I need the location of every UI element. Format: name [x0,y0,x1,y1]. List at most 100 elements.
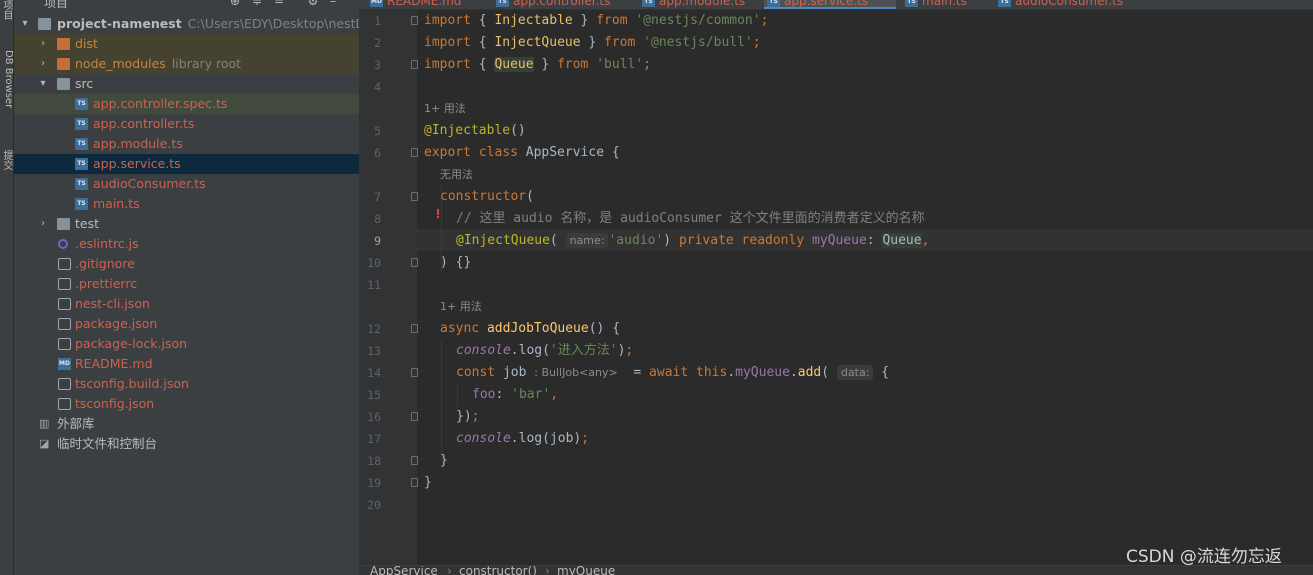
chevron-down-icon[interactable]: ▾ [37,74,49,94]
tree-item-nest-cli[interactable]: nest-cli.json [14,294,359,314]
config-file-icon [58,298,71,310]
tree-item-readme[interactable]: MD README.md [14,354,359,374]
commit-tool-button[interactable]: 提交 [0,150,14,170]
project-panel-header: 项目 ⊕ ≑ ≐ ⚙ – [14,0,359,10]
fold-marker-icon[interactable] [411,60,418,69]
breadcrumb-item[interactable]: myQueue [557,566,615,575]
code-line-12[interactable]: async addJobToQueue() { [440,318,620,340]
tree-item-gitignore[interactable]: .gitignore [14,254,359,274]
code-line-15[interactable]: foo: 'bar', [472,384,558,406]
fold-marker-icon[interactable] [411,324,418,333]
usages-hint[interactable]: 1+ 用法 [440,296,482,318]
tree-item-audio-consumer[interactable]: TS audioConsumer.ts [14,174,359,194]
tree-item-src[interactable]: ▾ src [14,74,359,94]
breadcrumb-item[interactable]: AppService [370,566,438,575]
line-number: 9 [374,234,381,248]
chevron-right-icon[interactable]: › [37,214,49,234]
tree-root[interactable]: ▾ project-namenest C:\Users\EDY\Desktop\n… [14,14,359,34]
chevron-right-icon[interactable]: › [37,34,49,54]
tree-item-label: audioConsumer.ts [93,176,206,191]
hide-panel-icon[interactable]: – [326,0,340,8]
tab-app-controller[interactable]: TS app.controller.ts [493,0,611,9]
tab-readme[interactable]: MD README.md [367,0,461,9]
folder-icon [57,218,70,230]
folder-orange-icon [57,38,70,50]
db-browser-tool-button[interactable]: DB Browser [0,50,14,108]
lightbulb-icon[interactable]: ! [432,207,444,223]
tree-item-test[interactable]: › test [14,214,359,234]
code-line-3[interactable]: import { Queue } from 'bull'; [424,54,651,76]
config-file-icon [58,318,71,330]
code-line-10[interactable]: ) {} [440,252,471,274]
line-number-gutter[interactable]: 1 2 3 4 5 6 7 8 9 10 11 12 13 14 15 16 1… [359,10,418,565]
fold-marker-icon[interactable] [411,148,418,157]
code-line-7[interactable]: constructor( [440,186,534,208]
line-number: 5 [374,124,381,138]
fold-marker-icon[interactable] [411,16,418,25]
ts-file-icon: TS [767,0,780,7]
fold-marker-icon[interactable] [411,478,418,487]
chevron-right-icon: › [447,565,452,575]
chevron-down-icon[interactable]: ▾ [19,14,31,34]
tab-label: app.controller.ts [513,0,611,8]
tree-item-app-service[interactable]: TS app.service.ts [14,154,359,174]
collapse-all-icon[interactable]: ≐ [272,0,286,8]
tree-item-package-lock[interactable]: package-lock.json [14,334,359,354]
tree-item-dist[interactable]: › dist [14,34,359,54]
locate-icon[interactable]: ⊕ [228,0,242,8]
fold-marker-icon[interactable] [411,456,418,465]
tree-item-eslintrc[interactable]: .eslintrc.js [14,234,359,254]
chevron-right-icon[interactable]: › [37,54,49,74]
project-tool-button[interactable]: 项目 [0,0,14,20]
code-line-14[interactable]: const job : BullJob<any> = await this.my… [456,362,889,384]
project-panel-title[interactable]: 项目 [44,0,68,10]
tree-item-label: .eslintrc.js [75,236,139,251]
expand-all-icon[interactable]: ≑ [250,0,264,8]
tree-item-prettierrc[interactable]: .prettierrc [14,274,359,294]
tree-item-external-libraries[interactable]: ▥ 外部库 [14,414,359,434]
tree-item-main[interactable]: TS main.ts [14,194,359,214]
code-line-18[interactable]: } [440,450,448,472]
tree-item-tsconfig-build[interactable]: tsconfig.build.json [14,374,359,394]
tab-app-service[interactable]: TS app.service.ts [764,0,896,9]
code-line-5[interactable]: @Injectable() [424,120,526,142]
usages-hint[interactable]: 无用法 [440,164,473,186]
tree-item-app-controller[interactable]: TS app.controller.ts [14,114,359,134]
line-number: 15 [367,388,381,402]
fold-marker-icon[interactable] [411,368,418,377]
watermark: CSDN @流连勿忘返 [1126,547,1282,567]
tab-app-module[interactable]: TS app.module.ts [639,0,745,9]
tree-item-label: 外部库 [57,416,95,431]
fold-marker-icon[interactable] [411,412,418,421]
code-line-2[interactable]: import { InjectQueue } from '@nestjs/bul… [424,32,761,54]
code-string: 'bar' [511,387,551,402]
tree-item-label: package.json [75,316,158,331]
line-number: 16 [367,410,381,424]
tree-item-app-controller-spec[interactable]: TS app.controller.spec.ts [14,94,359,114]
tree-item-scratches[interactable]: ◪ 临时文件和控制台 [14,434,359,454]
usages-hint[interactable]: 1+ 用法 [424,98,466,120]
code-line-1[interactable]: import { Injectable } from '@nestjs/comm… [424,10,768,32]
tab-main[interactable]: TS main.ts [902,0,967,9]
ts-file-icon: TS [496,0,509,7]
code-line-9[interactable]: @InjectQueue( name:'audio') private read… [456,230,929,252]
editor-tab-bar: MD README.md TS app.controller.ts TS app.mo… [359,0,1313,10]
code-line-16[interactable]: }); [456,406,479,428]
code-line-19[interactable]: } [424,472,432,494]
fold-marker-icon[interactable] [411,258,418,267]
code-line-6[interactable]: export class AppService { [424,142,620,164]
tab-audio-consumer[interactable]: TS audioConsumer.ts [995,0,1123,9]
tree-item-tsconfig[interactable]: tsconfig.json [14,394,359,414]
tree-item-node-modules[interactable]: › node_modules library root [14,54,359,74]
gear-icon[interactable]: ⚙ [306,0,320,8]
code-line-17[interactable]: console.log(job); [456,428,589,450]
breadcrumb-item[interactable]: constructor() [459,566,537,575]
fold-marker-icon[interactable] [411,192,418,201]
code-line-13[interactable]: console.log('进入方法'); [456,340,633,362]
tree-item-package[interactable]: package.json [14,314,359,334]
tree-item-label: nest-cli.json [75,296,150,311]
code-line-8[interactable]: // 这里 audio 名称，是 audioConsumer 这个文件里面的消费… [456,208,925,230]
indent-guide [441,340,442,460]
tree-item-app-module[interactable]: TS app.module.ts [14,134,359,154]
import-module-string: '@nestjs/common' [635,13,761,28]
